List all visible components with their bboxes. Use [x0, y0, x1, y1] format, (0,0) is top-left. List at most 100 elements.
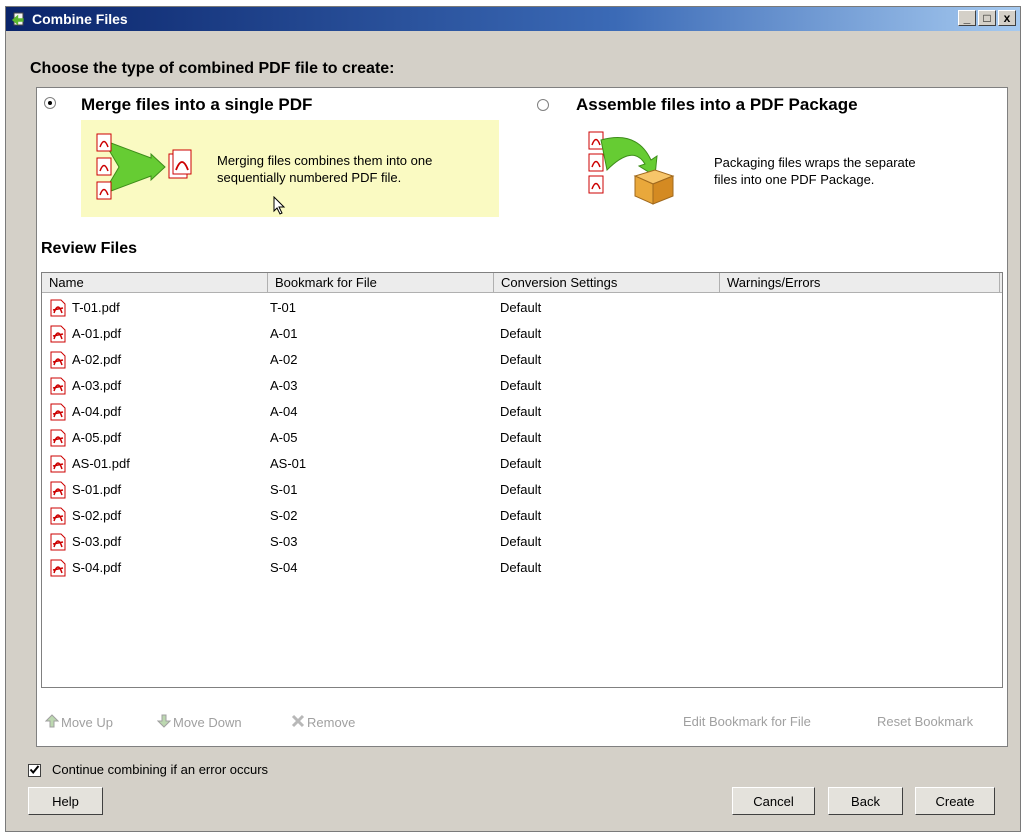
minimize-icon: _ — [963, 11, 971, 25]
file-name-cell: S-03.pdf — [72, 534, 122, 549]
conversion-settings-cell: Default — [500, 300, 542, 315]
remove-button[interactable]: Remove — [291, 714, 355, 731]
merge-radio[interactable] — [44, 97, 56, 109]
back-button[interactable]: Back — [828, 787, 903, 815]
arrow-down-icon — [156, 714, 172, 731]
pdf-file-icon — [50, 455, 66, 473]
file-row[interactable]: T-01.pdf T-01 Default — [42, 295, 1002, 321]
assemble-option-label[interactable]: Assemble files into a PDF Package — [576, 95, 858, 115]
pdf-file-icon — [50, 533, 66, 551]
pdf-file-icon — [50, 429, 66, 447]
column-header-warnings[interactable]: Warnings/Errors — [720, 273, 1000, 293]
help-button[interactable]: Help — [28, 787, 103, 815]
bookmark-cell: A-02 — [270, 352, 298, 367]
bookmark-cell: S-03 — [270, 534, 298, 549]
file-name-cell: A-04.pdf — [72, 404, 122, 419]
move-up-button[interactable]: Move Up — [44, 714, 114, 731]
conversion-settings-cell: Default — [500, 456, 542, 471]
create-button-label: Create — [935, 793, 975, 809]
assemble-description: Packaging files wraps the separate files… — [714, 154, 916, 188]
bookmark-cell: A-01 — [270, 326, 298, 341]
file-list-header: Name Bookmark for File Conversion Settin… — [42, 273, 1002, 293]
help-button-label: Help — [52, 793, 79, 809]
pdf-file-icon — [50, 377, 66, 395]
column-header-conversion[interactable]: Conversion Settings — [494, 273, 720, 293]
file-row[interactable]: S-01.pdf S-01 Default — [42, 477, 1002, 503]
file-row[interactable]: A-02.pdf A-02 Default — [42, 347, 1002, 373]
move-down-label: Move Down — [173, 715, 242, 730]
file-row[interactable]: A-01.pdf A-01 Default — [42, 321, 1002, 347]
assemble-description-line-2: files into one PDF Package. — [714, 172, 875, 187]
cancel-button-label: Cancel — [753, 793, 794, 809]
create-button[interactable]: Create — [915, 787, 995, 815]
continue-on-error-label[interactable]: Continue combining if an error occurs — [52, 762, 268, 777]
pdf-file-icon — [50, 351, 66, 369]
bookmark-cell: S-04 — [270, 560, 298, 575]
options-panel: Merge files into a single PDF Merging fi… — [36, 87, 1008, 747]
continue-on-error-checkbox[interactable] — [28, 764, 41, 777]
combine-files-dialog: Combine Files _ □ x Choose the type of c… — [5, 6, 1021, 832]
dialog-heading: Choose the type of combined PDF file to … — [30, 60, 395, 77]
pdf-file-icon — [50, 325, 66, 343]
reset-bookmark-button[interactable]: Reset Bookmark — [877, 714, 973, 729]
bookmark-cell: S-02 — [270, 508, 298, 523]
file-name-cell: A-05.pdf — [72, 430, 122, 445]
file-row[interactable]: A-04.pdf A-04 Default — [42, 399, 1002, 425]
file-row[interactable]: A-03.pdf A-03 Default — [42, 373, 1002, 399]
mouse-cursor-icon — [273, 195, 287, 221]
pdf-file-icon — [50, 481, 66, 499]
remove-x-icon — [291, 714, 305, 731]
conversion-settings-cell: Default — [500, 482, 542, 497]
conversion-settings-cell: Default — [500, 326, 542, 341]
pdf-file-icon — [50, 403, 66, 421]
file-name-cell: T-01.pdf — [72, 300, 120, 315]
window-title: Combine Files — [32, 11, 128, 27]
file-name-cell: A-02.pdf — [72, 352, 122, 367]
pdf-file-icon — [50, 299, 66, 317]
assemble-description-line-1: Packaging files wraps the separate — [714, 155, 916, 170]
remove-label: Remove — [307, 715, 356, 730]
merge-option-label[interactable]: Merge files into a single PDF — [81, 95, 312, 115]
file-row[interactable]: S-02.pdf S-02 Default — [42, 503, 1002, 529]
checkmark-icon — [29, 762, 40, 780]
conversion-settings-cell: Default — [500, 534, 542, 549]
reset-bookmark-label: Reset Bookmark — [877, 714, 974, 729]
cancel-button[interactable]: Cancel — [732, 787, 815, 815]
close-button[interactable]: x — [998, 10, 1016, 26]
bookmark-cell: AS-01 — [270, 456, 307, 471]
file-name-cell: S-04.pdf — [72, 560, 122, 575]
title-bar[interactable]: Combine Files _ □ x — [6, 7, 1020, 31]
conversion-settings-cell: Default — [500, 430, 542, 445]
file-name-cell: AS-01.pdf — [72, 456, 130, 471]
file-name-cell: S-02.pdf — [72, 508, 122, 523]
bookmark-cell: A-03 — [270, 378, 298, 393]
bookmark-cell: S-01 — [270, 482, 298, 497]
merge-description: Merging files combines them into one seq… — [217, 152, 432, 186]
assemble-radio[interactable] — [537, 99, 549, 111]
minimize-button[interactable]: _ — [958, 10, 976, 26]
window-controls: _ □ x — [958, 10, 1016, 26]
bookmark-cell: A-05 — [270, 430, 298, 445]
back-button-label: Back — [851, 793, 880, 809]
maximize-icon: □ — [983, 11, 991, 25]
conversion-settings-cell: Default — [500, 508, 542, 523]
maximize-button[interactable]: □ — [978, 10, 996, 26]
move-up-label: Move Up — [61, 715, 114, 730]
file-row[interactable]: AS-01.pdf AS-01 Default — [42, 451, 1002, 477]
file-row[interactable]: A-05.pdf A-05 Default — [42, 425, 1002, 451]
bookmark-cell: T-01 — [270, 300, 297, 315]
column-header-bookmark[interactable]: Bookmark for File — [268, 273, 494, 293]
file-row[interactable]: S-03.pdf S-03 Default — [42, 529, 1002, 555]
conversion-settings-cell: Default — [500, 404, 542, 419]
edit-bookmark-button[interactable]: Edit Bookmark for File — [683, 714, 811, 729]
file-list[interactable]: Name Bookmark for File Conversion Settin… — [41, 272, 1003, 688]
column-header-name[interactable]: Name — [42, 273, 268, 293]
merge-description-line-2: sequentially numbered PDF file. — [217, 170, 402, 185]
file-name-cell: A-03.pdf — [72, 378, 122, 393]
file-row[interactable]: S-04.pdf S-04 Default — [42, 555, 1002, 581]
pdf-file-icon — [50, 507, 66, 525]
arrow-up-icon — [44, 714, 60, 731]
review-files-title: Review Files — [41, 240, 138, 257]
edit-bookmark-label: Edit Bookmark for File — [683, 714, 811, 729]
move-down-button[interactable]: Move Down — [156, 714, 242, 731]
